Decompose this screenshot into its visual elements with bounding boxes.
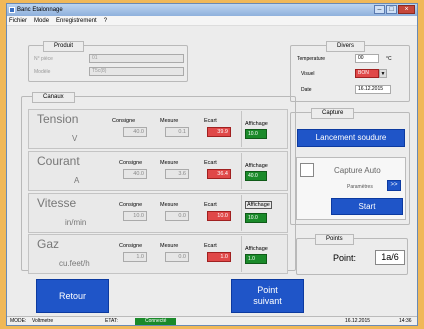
close-button[interactable]: × (398, 5, 415, 14)
capture-title: Capture (311, 108, 355, 119)
canaux-title: Canaux (32, 92, 75, 103)
status-date: 16.12.2015 (345, 318, 371, 324)
date-label: Date (301, 87, 312, 93)
mode-label: MODE: (10, 318, 27, 324)
ecart-value: 1.0 (207, 252, 231, 262)
ecart-header: Ecart (204, 160, 217, 166)
minimize-button[interactable]: – (374, 5, 385, 14)
affichage-value[interactable]: 1.0 (245, 254, 267, 264)
divers-group: Divers Temperature 00 °C Visuel BON ▼ Da… (290, 41, 410, 102)
lancement-soudure-button[interactable]: Lancement soudure (297, 129, 405, 147)
temperature-unit: °C (386, 56, 392, 62)
point-suivant-button[interactable]: Point suivant (231, 279, 304, 313)
point-value: 1a/6 (375, 250, 405, 265)
produit-title: Produit (43, 41, 85, 52)
start-button[interactable]: Start (331, 198, 403, 215)
points-group: Points Point: 1a/6 (296, 234, 408, 275)
canal-unit: in/min (65, 218, 87, 227)
ecart-header: Ecart (204, 118, 217, 124)
modele-label: Modèle (34, 69, 51, 75)
parametres-button[interactable]: >> (387, 180, 401, 191)
canal-row-vitesse: Vitesse in/min Consigne Mesure Ecart 10.… (28, 193, 288, 233)
visuel-value: BON (358, 70, 369, 76)
status-time: 14:36 (399, 318, 412, 324)
app-icon (9, 7, 15, 13)
produit-group: Produit N° pièce 01 Modèle T5c(8) (28, 41, 188, 82)
canal-unit: A (74, 176, 80, 185)
parametres-label: Paramètres (347, 184, 373, 190)
mesure-value: 3.6 (165, 169, 189, 179)
mesure-value: 0.1 (165, 127, 189, 137)
canal-name: Tension (37, 112, 79, 126)
etat-badge: Connecté (135, 318, 177, 325)
points-title: Points (315, 234, 354, 245)
point-label: Point: (333, 253, 357, 263)
consigne-value: 1.0 (123, 252, 147, 262)
affichage-header: Affichage (245, 163, 268, 169)
mesure-header: Mesure (160, 202, 179, 208)
consigne-header: Consigne (112, 118, 136, 124)
ecart-value: 10.0 (207, 211, 231, 221)
mesure-header: Mesure (160, 243, 179, 249)
canal-row-tension: Tension V Consigne Mesure Ecart 40.0 0.1… (28, 109, 288, 149)
visuel-select[interactable]: BON (355, 69, 379, 78)
capture-auto-checkbox[interactable] (300, 163, 314, 177)
mesure-header: Mesure (160, 118, 179, 124)
temperature-label: Temperature (297, 56, 326, 62)
mesure-value: 0.0 (165, 211, 189, 221)
ecart-value: 39.9 (207, 127, 231, 137)
consigne-value: 10.0 (123, 211, 147, 221)
consigne-header: Consigne (119, 160, 143, 166)
date-field[interactable]: 16.12.2015 (355, 85, 391, 94)
canal-name: Vitesse (37, 196, 77, 210)
menu-bar: Fichier Mode Enregistrement ? (7, 16, 417, 26)
canal-name: Courant (37, 154, 80, 168)
canal-row-courant: Courant A Consigne Mesure Ecart 40.0 3.6… (28, 151, 288, 191)
divers-title: Divers (326, 41, 366, 52)
maximize-button[interactable]: □ (386, 5, 397, 14)
mode-value: Voltmetre (32, 318, 54, 324)
title-bar: Banc Etalonnage – □ × (7, 4, 417, 16)
ecart-header: Ecart (204, 202, 217, 208)
canal-unit: V (72, 134, 78, 143)
menu-mode[interactable]: Mode (34, 16, 49, 25)
main-window: Banc Etalonnage – □ × Fichier Mode Enreg… (6, 3, 418, 326)
mesure-header: Mesure (160, 160, 179, 166)
point-suivant-line2: suivant (253, 296, 282, 306)
visuel-label: Visuel (301, 71, 315, 77)
temperature-field[interactable]: 00 (355, 54, 379, 63)
affichage-header: Affichage (245, 246, 268, 252)
consigne-header: Consigne (119, 243, 143, 249)
window-title: Banc Etalonnage (17, 7, 63, 13)
affichage-value[interactable]: 40.0 (245, 171, 267, 181)
retour-button[interactable]: Retour (36, 279, 109, 313)
ecart-header: Ecart (204, 243, 217, 249)
consigne-value: 40.0 (123, 169, 147, 179)
piece-label: N° pièce (34, 56, 53, 62)
affichage-header: Affichage (245, 201, 272, 209)
piece-field[interactable]: 01 (89, 54, 184, 63)
etat-label: ETAT: (105, 318, 118, 324)
ecart-value: 36.4 (207, 169, 231, 179)
affichage-value[interactable]: 10.0 (245, 213, 267, 223)
point-suivant-line1: Point (257, 285, 278, 295)
chevron-down-icon[interactable]: ▼ (379, 69, 387, 78)
consigne-value: 40.0 (123, 127, 147, 137)
consigne-header: Consigne (119, 202, 143, 208)
modele-field[interactable]: T5c(8) (89, 67, 184, 76)
capture-auto-label: Capture Auto (334, 166, 381, 175)
menu-fichier[interactable]: Fichier (9, 16, 27, 25)
canal-unit: cu.feet/h (59, 259, 90, 268)
menu-help[interactable]: ? (104, 16, 107, 25)
affichage-header: Affichage (245, 121, 268, 127)
menu-enregistrement[interactable]: Enregistrement (56, 16, 97, 25)
canal-name: Gaz (37, 237, 60, 251)
mesure-value: 0.0 (165, 252, 189, 262)
status-bar: MODE: Voltmetre ETAT: Connecté 16.12.201… (7, 316, 417, 325)
affichage-value[interactable]: 10.0 (245, 129, 267, 139)
canal-row-gaz: Gaz cu.feet/h Consigne Mesure Ecart 1.0 … (28, 234, 288, 274)
